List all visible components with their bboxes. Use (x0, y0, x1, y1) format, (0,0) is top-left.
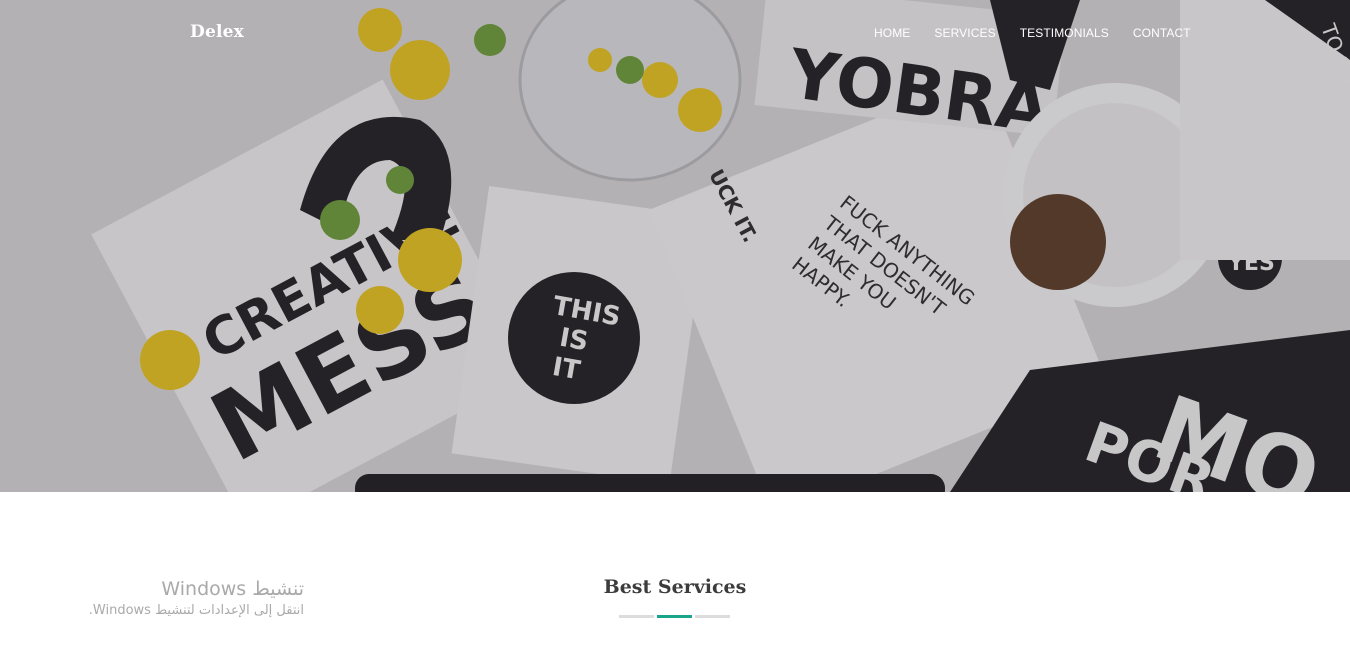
services-section: Best Services تنشيط Windows انتقل إلى ال… (0, 492, 1350, 654)
nav-home-link[interactable]: HOME (874, 26, 910, 40)
hero-background-image: CREATIVE MESS THIS IS IT FUCK ANYTHING T… (0, 0, 1350, 492)
activation-title: تنشيط Windows (161, 578, 304, 600)
hero-banner: CREATIVE MESS THIS IS IT FUCK ANYTHING T… (0, 0, 1350, 492)
title-divider-left (619, 615, 654, 618)
activation-subtitle: انتقل إلى الإعدادات لتنشيط Windows. (88, 603, 304, 618)
nav-services-link[interactable]: SERVICES (934, 26, 995, 40)
nav-testimonials-link[interactable]: TESTIMONIALS (1020, 26, 1109, 40)
top-navbar: Delex HOME SERVICES TESTIMONIALS CONTACT (0, 0, 1350, 66)
it-text: IT (550, 352, 582, 386)
is-text: IS (557, 323, 590, 357)
windows-activation-watermark: تنشيط Windows انتقل إلى الإعدادات لتنشيط… (0, 576, 304, 620)
brand-logo[interactable]: Delex (190, 22, 244, 42)
title-divider-accent (657, 615, 692, 618)
title-divider-right (695, 615, 730, 618)
nav-contact-link[interactable]: CONTACT (1133, 26, 1191, 40)
main-nav: HOME SERVICES TESTIMONIALS CONTACT (874, 26, 1215, 40)
